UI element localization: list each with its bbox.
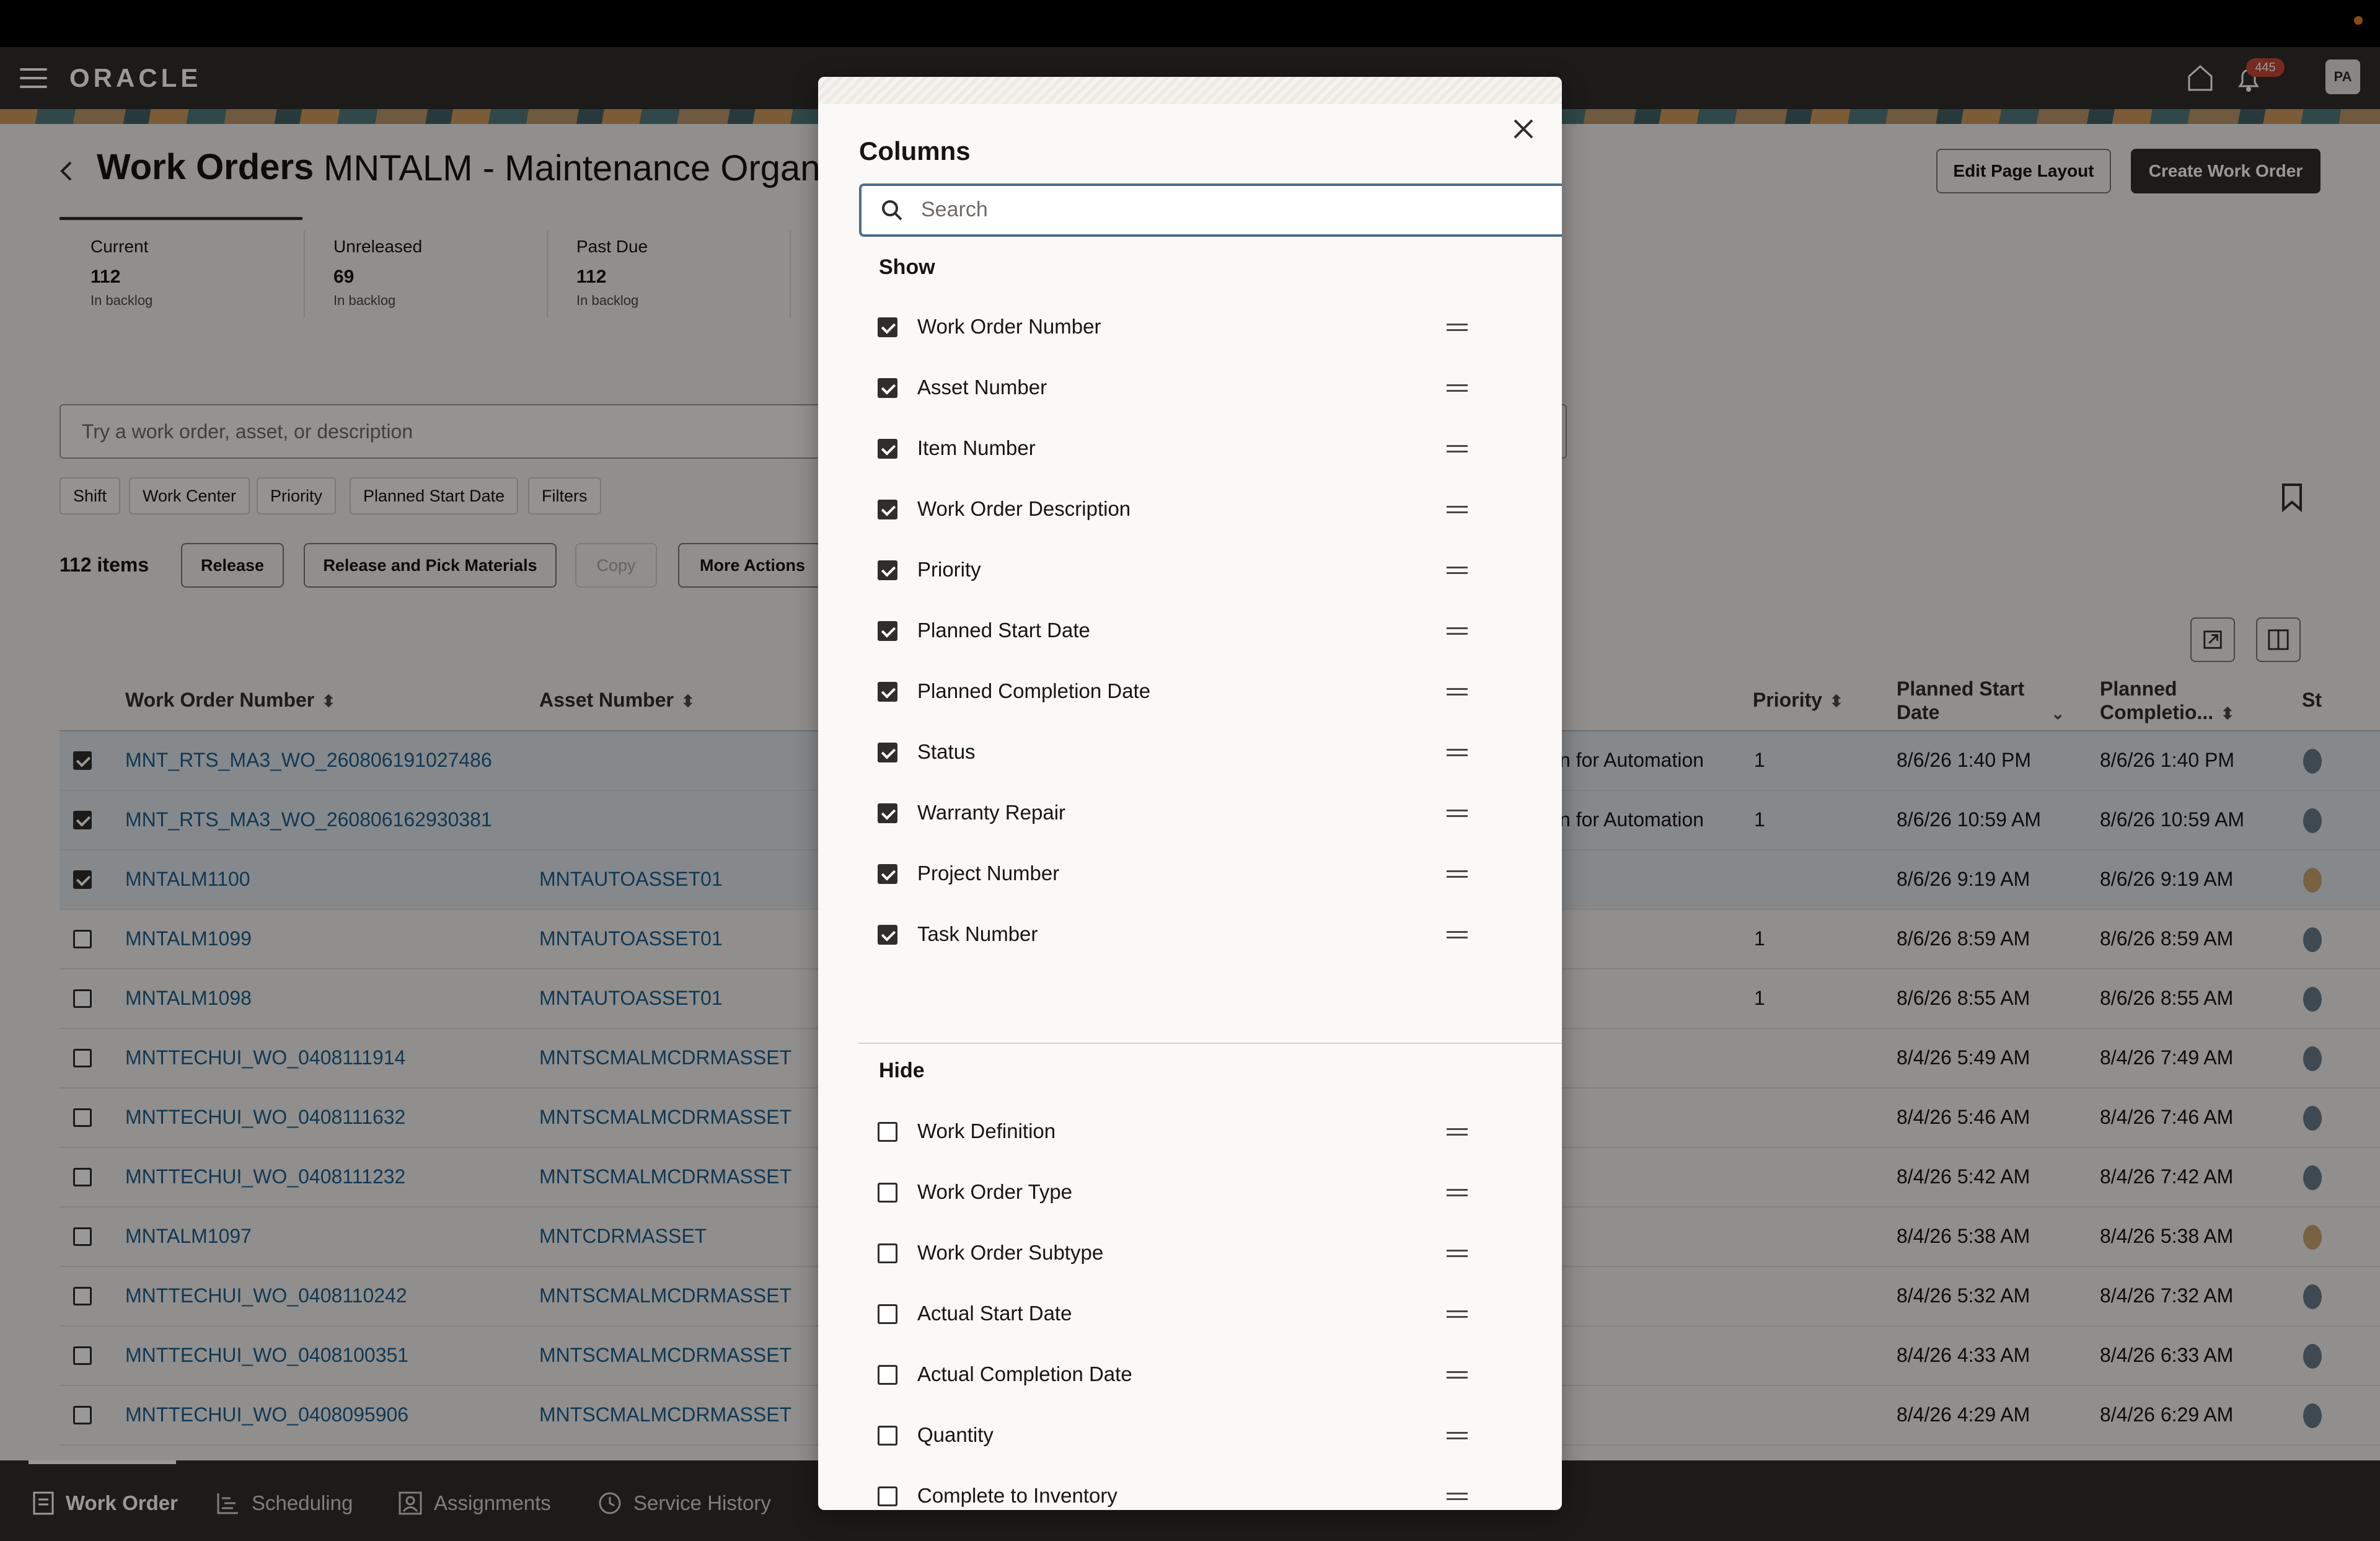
column-checkbox[interactable] [878, 1243, 897, 1263]
hide-heading: Hide [879, 1059, 925, 1082]
column-option[interactable]: Work Definition [878, 1102, 1497, 1163]
column-checkbox[interactable] [878, 621, 897, 641]
column-label: Item Number [917, 436, 1036, 459]
column-option[interactable]: Actual Start Date [878, 1284, 1497, 1345]
drag-handle-icon[interactable] [1447, 931, 1468, 938]
column-option[interactable]: Project Number [878, 844, 1497, 905]
column-label: Task Number [917, 922, 1038, 945]
column-option[interactable]: Work Order Type [878, 1163, 1497, 1224]
column-label: Work Order Subtype [917, 1241, 1104, 1264]
drag-handle-icon[interactable] [1447, 1371, 1468, 1379]
column-label: Quantity [917, 1423, 994, 1446]
column-label: Work Order Type [917, 1180, 1073, 1203]
column-checkbox[interactable] [878, 1122, 897, 1142]
drag-handle-icon[interactable] [1447, 1250, 1468, 1257]
column-option[interactable]: Complete to Inventory [878, 1467, 1497, 1510]
column-checkbox[interactable] [878, 439, 897, 459]
column-checkbox[interactable] [878, 317, 897, 337]
column-label: Work Definition [917, 1119, 1056, 1142]
column-search-input[interactable] [921, 192, 1562, 227]
drag-handle-icon[interactable] [1447, 506, 1468, 513]
drag-handle-icon[interactable] [1447, 870, 1468, 878]
column-checkbox[interactable] [878, 1426, 897, 1446]
column-option[interactable]: Status [878, 723, 1497, 784]
column-option[interactable]: Work Order Description [878, 480, 1497, 541]
drag-handle-icon[interactable] [1447, 1493, 1468, 1500]
column-label: Planned Start Date [917, 619, 1090, 642]
column-checkbox[interactable] [878, 803, 897, 823]
column-label: Work Order Number [917, 315, 1101, 338]
drag-handle-icon[interactable] [1447, 749, 1468, 756]
column-checkbox[interactable] [878, 1365, 897, 1385]
column-option[interactable]: Work Order Number [878, 298, 1497, 358]
column-option[interactable]: Warranty Repair [878, 784, 1497, 844]
column-checkbox[interactable] [878, 560, 897, 580]
column-checkbox[interactable] [878, 1304, 897, 1324]
column-search-field[interactable] [859, 183, 1562, 237]
drag-handle-icon[interactable] [1447, 1432, 1468, 1439]
close-icon[interactable] [1510, 115, 1537, 143]
column-option[interactable]: Planned Start Date [878, 601, 1497, 662]
column-label: Planned Completion Date [917, 679, 1151, 702]
dialog-pattern-band [818, 77, 1562, 104]
column-label: Complete to Inventory [917, 1484, 1117, 1507]
search-icon [882, 200, 902, 221]
drag-handle-icon[interactable] [1447, 1128, 1468, 1136]
column-checkbox[interactable] [878, 864, 897, 884]
column-option[interactable]: Priority [878, 541, 1497, 601]
drag-handle-icon[interactable] [1447, 567, 1468, 574]
dialog-title: Columns [859, 136, 971, 166]
column-option[interactable]: Work Order Subtype [878, 1224, 1497, 1284]
column-label: Actual Start Date [917, 1302, 1072, 1325]
column-checkbox[interactable] [878, 925, 897, 945]
drag-handle-icon[interactable] [1447, 810, 1468, 817]
column-option[interactable]: Task Number [878, 905, 1497, 966]
drag-handle-icon[interactable] [1447, 324, 1468, 331]
column-option[interactable]: Asset Number [878, 358, 1497, 419]
column-label: Warranty Repair [917, 801, 1066, 824]
column-checkbox[interactable] [878, 1183, 897, 1203]
drag-handle-icon[interactable] [1447, 627, 1468, 635]
column-label: Priority [917, 558, 981, 581]
column-checkbox[interactable] [878, 682, 897, 702]
column-checkbox[interactable] [878, 378, 897, 398]
column-checkbox[interactable] [878, 500, 897, 519]
column-checkbox[interactable] [878, 743, 897, 762]
drag-handle-icon[interactable] [1447, 1310, 1468, 1318]
column-option[interactable]: Planned Completion Date [878, 662, 1497, 723]
drag-handle-icon[interactable] [1447, 384, 1468, 392]
drag-handle-icon[interactable] [1447, 688, 1468, 695]
columns-dialog: Columns Show Work Order Number Asset Numb… [818, 77, 1562, 1510]
column-option[interactable]: Quantity [878, 1406, 1497, 1467]
column-label: Status [917, 740, 976, 763]
column-label: Actual Completion Date [917, 1362, 1132, 1385]
drag-handle-icon[interactable] [1447, 445, 1468, 453]
column-label: Project Number [917, 862, 1060, 885]
column-option[interactable]: Actual Completion Date [878, 1345, 1497, 1406]
column-label: Work Order Description [917, 497, 1131, 520]
drag-handle-icon[interactable] [1447, 1189, 1468, 1196]
column-checkbox[interactable] [878, 1486, 897, 1506]
column-option[interactable]: Item Number [878, 419, 1497, 480]
section-divider [859, 1043, 1562, 1044]
column-label: Asset Number [917, 376, 1047, 399]
show-heading: Show [879, 255, 935, 279]
